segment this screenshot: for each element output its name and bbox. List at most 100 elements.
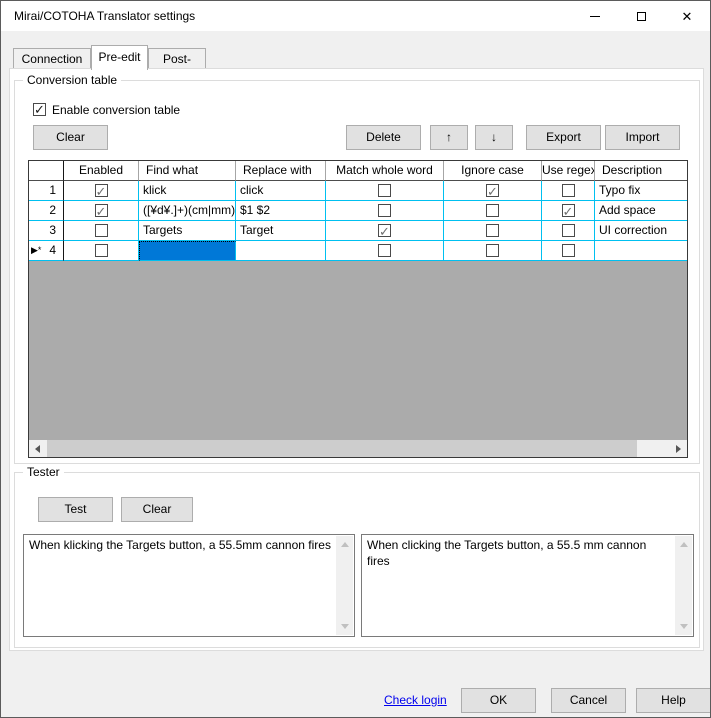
- checkbox-icon[interactable]: [378, 224, 391, 237]
- input-vertical-scrollbar[interactable]: [336, 536, 353, 635]
- checkbox-icon[interactable]: [562, 244, 575, 257]
- conversion-grid[interactable]: EnabledFind whatReplace withMatch whole …: [28, 160, 688, 458]
- tester-group-label: Tester: [23, 465, 64, 480]
- enable-conversion-label: Enable conversion table: [52, 103, 180, 118]
- delete-row-button[interactable]: Delete: [346, 125, 421, 150]
- grid-cell-replace[interactable]: $1 $2: [236, 201, 326, 221]
- move-down-button[interactable]: ↓: [475, 125, 513, 150]
- import-button[interactable]: Import: [605, 125, 680, 150]
- grid-cell-ignore_case[interactable]: [444, 201, 542, 221]
- clear-table-button[interactable]: Clear: [33, 125, 108, 150]
- grid-cell-use_regex[interactable]: [542, 201, 595, 221]
- tester-input-text: When klicking the Targets button, a 55.5…: [29, 538, 331, 552]
- tester-output-textbox[interactable]: When clicking the Targets button, a 55.5…: [361, 534, 694, 637]
- grid-cell-use_regex[interactable]: [542, 181, 595, 201]
- grid-cell-find[interactable]: klick: [139, 181, 236, 201]
- scroll-right-button[interactable]: [670, 440, 687, 457]
- tester-output-text: When clicking the Targets button, a 55.5…: [367, 538, 646, 568]
- grid-cell-replace[interactable]: [236, 241, 326, 261]
- checkbox-icon[interactable]: [95, 204, 108, 217]
- ok-button[interactable]: OK: [461, 688, 536, 713]
- checkbox-icon[interactable]: [95, 224, 108, 237]
- grid-cell-find[interactable]: ([¥d¥.]+)(cm|mm): [139, 201, 236, 221]
- grid-cell-find[interactable]: [139, 241, 236, 261]
- scroll-left-button[interactable]: [29, 440, 46, 457]
- grid-column-header[interactable]: Match whole word: [326, 161, 444, 181]
- grid-cell-match_whole_word[interactable]: [326, 181, 444, 201]
- grid-cell-description[interactable]: Typo fix: [595, 181, 687, 201]
- grid-cell-match_whole_word[interactable]: [326, 241, 444, 261]
- checkbox-icon: [33, 103, 46, 116]
- enable-conversion-checkbox[interactable]: Enable conversion table: [33, 103, 180, 118]
- checkbox-icon[interactable]: [486, 204, 499, 217]
- grid-cell-match_whole_word[interactable]: [326, 201, 444, 221]
- grid-cell-find[interactable]: Targets: [139, 221, 236, 241]
- tab-connection[interactable]: Connection: [13, 48, 91, 69]
- grid-row-header[interactable]: 1: [29, 181, 64, 201]
- settings-dialog: Mirai/COTOHA Translator settings ✕ Conne…: [0, 0, 711, 718]
- grid-column-header[interactable]: Ignore case: [444, 161, 542, 181]
- checkbox-icon[interactable]: [95, 184, 108, 197]
- close-icon: ✕: [682, 10, 693, 23]
- grid-horizontal-scrollbar[interactable]: [29, 440, 687, 457]
- grid-column-header[interactable]: Replace with: [236, 161, 326, 181]
- tester-group: Tester Test Clear When klicking the Targ…: [14, 472, 700, 648]
- grid-column-header[interactable]: Find what: [139, 161, 236, 181]
- checkbox-icon[interactable]: [378, 244, 391, 257]
- check-login-link[interactable]: Check login: [384, 693, 447, 707]
- checkbox-icon[interactable]: [378, 204, 391, 217]
- grid-cell-enabled[interactable]: [64, 181, 139, 201]
- grid-cell-ignore_case[interactable]: [444, 241, 542, 261]
- minimize-button[interactable]: [572, 1, 618, 31]
- grid-cell-replace[interactable]: click: [236, 181, 326, 201]
- grid-cell-description[interactable]: [595, 241, 687, 261]
- grid-rows: 1 klickclick Typo fix 2 ([¥d¥.]+)(cm|mm)$1 $…: [29, 181, 687, 261]
- grid-row-header[interactable]: 4▶*: [29, 241, 64, 261]
- grid-column-header[interactable]: Description: [595, 161, 687, 181]
- tester-input-textbox[interactable]: When klicking the Targets button, a 55.5…: [23, 534, 355, 637]
- grid-column-header[interactable]: Enabled: [64, 161, 139, 181]
- help-button[interactable]: Help: [636, 688, 711, 713]
- checkbox-icon[interactable]: [486, 224, 499, 237]
- checkbox-icon[interactable]: [562, 204, 575, 217]
- checkbox-icon[interactable]: [95, 244, 108, 257]
- down-arrow-icon: [680, 624, 688, 629]
- tab-pre-edit[interactable]: Pre-edit: [91, 45, 148, 70]
- left-arrow-icon: [35, 445, 40, 453]
- grid-column-header[interactable]: Use regex: [542, 161, 595, 181]
- grid-cell-use_regex[interactable]: [542, 221, 595, 241]
- scroll-down-button[interactable]: [675, 618, 692, 635]
- checkbox-icon[interactable]: [562, 184, 575, 197]
- grid-cell-enabled[interactable]: [64, 221, 139, 241]
- grid-cell-enabled[interactable]: [64, 201, 139, 221]
- close-button[interactable]: ✕: [664, 1, 710, 31]
- scroll-down-button[interactable]: [336, 618, 353, 635]
- scroll-up-button[interactable]: [336, 536, 353, 553]
- move-up-button[interactable]: ↑: [430, 125, 468, 150]
- grid-header-row: EnabledFind whatReplace withMatch whole …: [29, 161, 687, 181]
- checkbox-icon[interactable]: [562, 224, 575, 237]
- checkbox-icon[interactable]: [486, 184, 499, 197]
- output-vertical-scrollbar[interactable]: [675, 536, 692, 635]
- grid-row-header[interactable]: 2: [29, 201, 64, 221]
- scroll-up-button[interactable]: [675, 536, 692, 553]
- grid-cell-ignore_case[interactable]: [444, 181, 542, 201]
- grid-row-header[interactable]: 3: [29, 221, 64, 241]
- grid-cell-description[interactable]: UI correction: [595, 221, 687, 241]
- grid-column-header[interactable]: [29, 161, 64, 181]
- grid-cell-ignore_case[interactable]: [444, 221, 542, 241]
- test-button[interactable]: Test: [38, 497, 113, 522]
- tab-post-edit[interactable]: Post-edit: [148, 48, 206, 69]
- cancel-button[interactable]: Cancel: [551, 688, 626, 713]
- grid-cell-use_regex[interactable]: [542, 241, 595, 261]
- tester-clear-button[interactable]: Clear: [121, 497, 193, 522]
- scrollbar-thumb[interactable]: [47, 440, 637, 457]
- checkbox-icon[interactable]: [486, 244, 499, 257]
- grid-cell-replace[interactable]: Target: [236, 221, 326, 241]
- checkbox-icon[interactable]: [378, 184, 391, 197]
- grid-cell-match_whole_word[interactable]: [326, 221, 444, 241]
- grid-cell-enabled[interactable]: [64, 241, 139, 261]
- grid-cell-description[interactable]: Add space: [595, 201, 687, 221]
- export-button[interactable]: Export: [526, 125, 601, 150]
- maximize-button[interactable]: [618, 1, 664, 31]
